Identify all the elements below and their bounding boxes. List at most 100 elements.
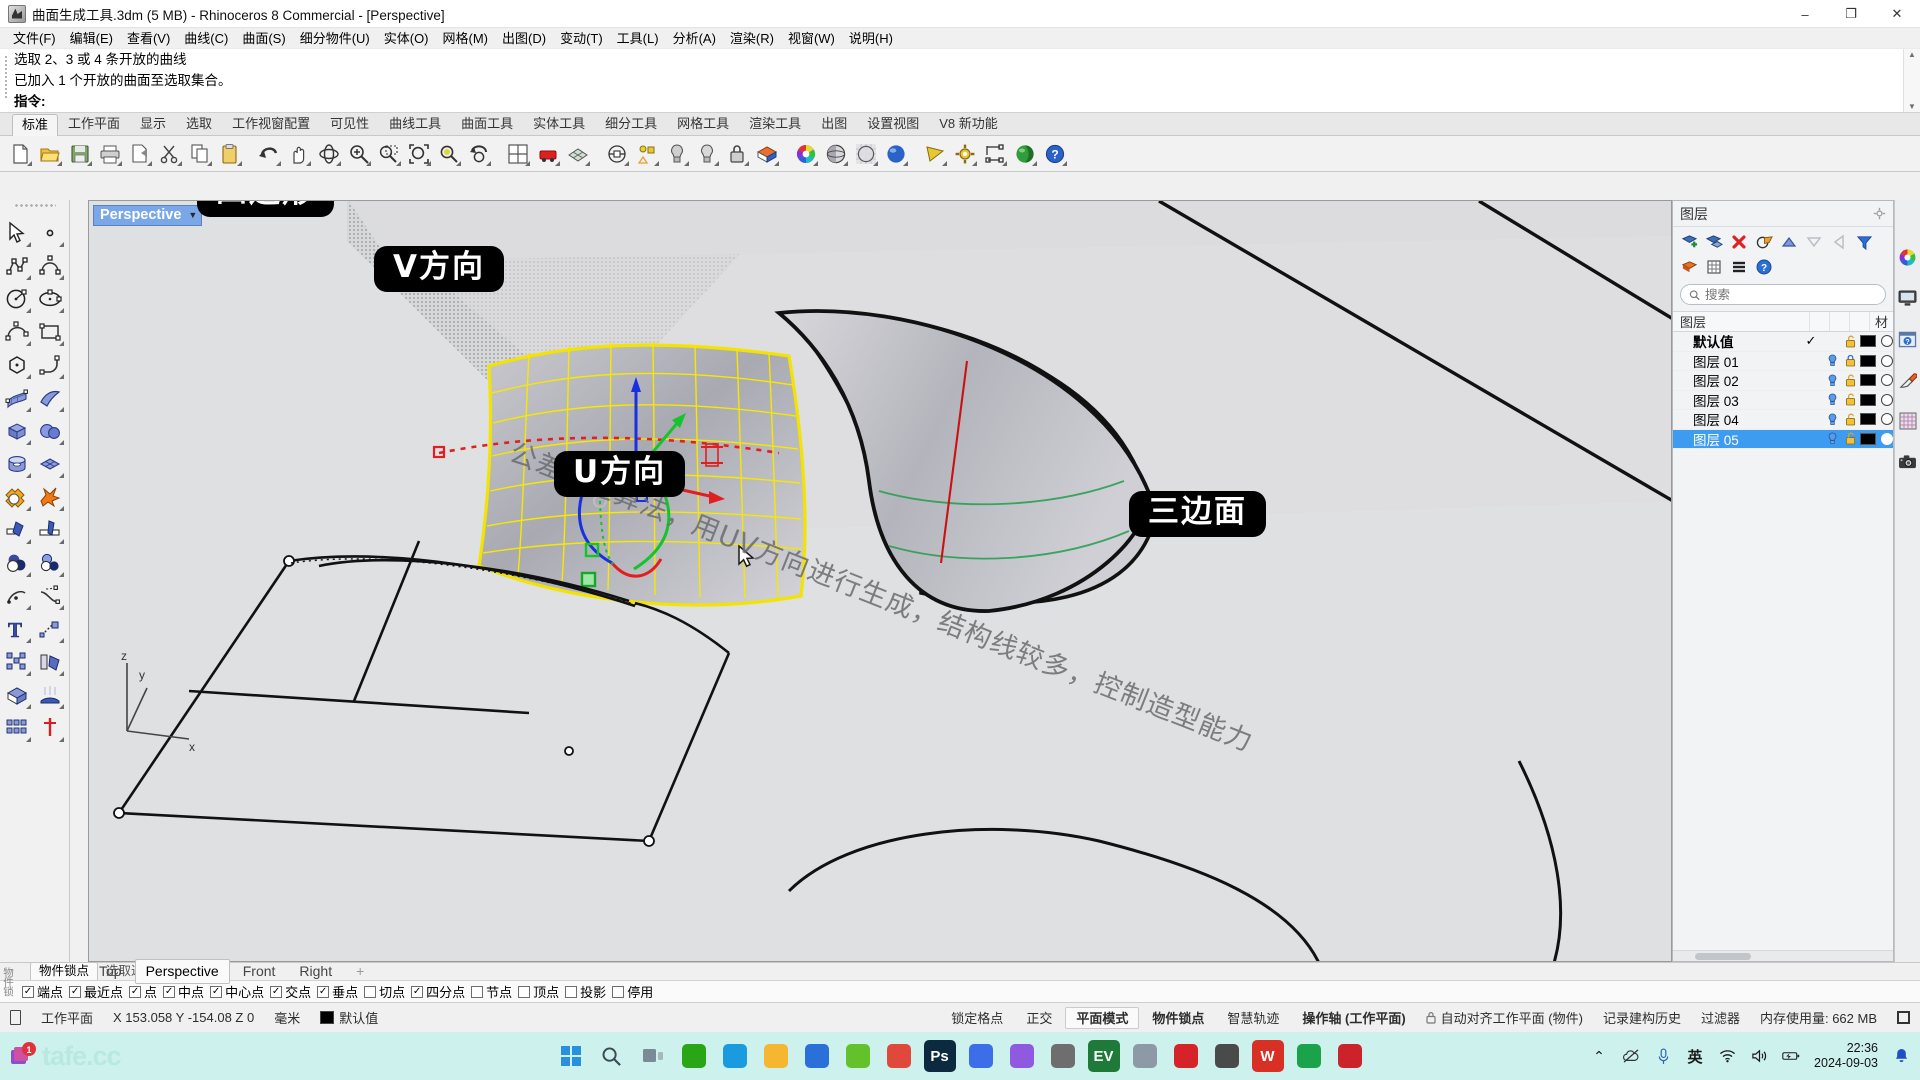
- cloud-off-icon[interactable]: [1622, 1047, 1640, 1065]
- bell-icon[interactable]: [1892, 1047, 1910, 1065]
- viewport-label[interactable]: Perspective ▼: [93, 205, 203, 226]
- named-view-icon[interactable]: [921, 140, 949, 168]
- search-icon[interactable]: [596, 1040, 628, 1072]
- ghosted-view-icon[interactable]: [852, 140, 880, 168]
- select-arrow-icon[interactable]: [0, 216, 33, 249]
- minimize-button[interactable]: –: [1782, 0, 1828, 28]
- layer-row[interactable]: 默认值 ✓: [1673, 332, 1893, 352]
- zoom-in-icon[interactable]: [345, 140, 373, 168]
- layer-row[interactable]: 图层 02: [1673, 371, 1893, 391]
- wifi-icon[interactable]: [1718, 1047, 1736, 1065]
- toolbar-tab-10[interactable]: 网格工具: [667, 113, 739, 135]
- app-opera-icon[interactable]: [1170, 1040, 1202, 1072]
- status-filter[interactable]: 过滤器: [1691, 1007, 1750, 1029]
- status-toggle-1[interactable]: 正交: [1016, 1007, 1062, 1029]
- display-monitor-icon[interactable]: [1897, 287, 1919, 309]
- layer-material-icon[interactable]: [1881, 374, 1893, 387]
- osnap-item-5[interactable]: ✓ 交点: [270, 982, 311, 1001]
- osnap-checkbox[interactable]: ✓: [317, 985, 330, 998]
- grid-snap-icon[interactable]: [603, 140, 631, 168]
- move-icon[interactable]: [33, 612, 66, 645]
- layer-material-icon[interactable]: [1881, 432, 1893, 445]
- menu-item-0[interactable]: 文件(F): [6, 28, 63, 49]
- layer-lock-icon[interactable]: [1841, 335, 1860, 348]
- eyedropper-icon[interactable]: [1897, 369, 1919, 391]
- status-toggle-3[interactable]: 物件锁点: [1142, 1007, 1214, 1029]
- boolean-union-icon[interactable]: [0, 480, 33, 513]
- status-cplane[interactable]: 工作平面: [31, 1007, 103, 1029]
- layers-horizontal-scrollbar[interactable]: [1673, 950, 1893, 961]
- new-layer-icon[interactable]: [1678, 231, 1700, 253]
- rectangle-icon[interactable]: [33, 315, 66, 348]
- menu-item-1[interactable]: 编辑(E): [63, 28, 120, 49]
- menu-item-4[interactable]: 曲面(S): [235, 28, 292, 49]
- surface-from-points-icon[interactable]: [0, 381, 33, 414]
- array-icon[interactable]: [0, 645, 33, 678]
- extrude-surface-icon[interactable]: [33, 381, 66, 414]
- app-wps-icon[interactable]: W: [1251, 1040, 1284, 1072]
- osnap-item-4[interactable]: ✓ 中心点: [210, 982, 264, 1001]
- left-toolbar-gripper[interactable]: [14, 203, 56, 208]
- menu-item-6[interactable]: 实体(O): [377, 28, 436, 49]
- filter-icon[interactable]: [1853, 231, 1875, 253]
- move-layer-up-icon[interactable]: [1778, 231, 1800, 253]
- layer-search-box[interactable]: [1680, 284, 1886, 305]
- layer-row[interactable]: 图层 05: [1673, 429, 1893, 449]
- toolbar-tab-8[interactable]: 实体工具: [523, 113, 595, 135]
- texture-grid-icon[interactable]: [1897, 410, 1919, 432]
- menu-item-5[interactable]: 细分物件(U): [293, 28, 377, 49]
- search-input[interactable]: [1704, 287, 1877, 302]
- cplane-icon[interactable]: [633, 140, 661, 168]
- osnap-checkbox[interactable]: ✓: [270, 985, 283, 998]
- auto-cplane-group[interactable]: 自动对齐工作平面 (物件): [1416, 1008, 1593, 1027]
- status-resize-grip[interactable]: [1887, 1011, 1920, 1024]
- properties-icon[interactable]: [663, 140, 691, 168]
- layer-material-icon[interactable]: [1881, 335, 1893, 348]
- microphone-icon[interactable]: [1654, 1047, 1672, 1065]
- open-file-icon[interactable]: [36, 140, 64, 168]
- layer-current-check[interactable]: ✓: [1798, 333, 1824, 349]
- maximize-button[interactable]: ❐: [1828, 0, 1874, 28]
- osnap-checkbox[interactable]: [471, 985, 484, 998]
- osnap-checkbox[interactable]: [565, 985, 578, 998]
- rotate-view-icon[interactable]: [315, 140, 343, 168]
- viewport-tab-right[interactable]: Right: [288, 959, 343, 984]
- osnap-item-10[interactable]: 顶点: [518, 982, 559, 1001]
- command-scrollbar[interactable]: ▲ ▼: [1903, 49, 1920, 112]
- boolean-intersect-icon[interactable]: [33, 546, 66, 579]
- point-icon[interactable]: [33, 216, 66, 249]
- layer-color-swatch[interactable]: [1860, 432, 1876, 445]
- menu-item-2[interactable]: 查看(V): [120, 28, 177, 49]
- status-layer-group[interactable]: 默认值: [310, 1008, 388, 1027]
- app-notepad-icon[interactable]: [1293, 1040, 1325, 1072]
- layer-color-swatch[interactable]: [1860, 335, 1876, 348]
- start-windows-icon[interactable]: [555, 1040, 587, 1072]
- sphere-icon[interactable]: [33, 414, 66, 447]
- command-area-gripper[interactable]: [4, 55, 8, 99]
- help-panel-icon[interactable]: ?: [1897, 328, 1919, 350]
- battery-icon[interactable]: [1782, 1047, 1800, 1065]
- app-capture-icon[interactable]: [1129, 1040, 1161, 1072]
- layer-material-icon[interactable]: [1881, 354, 1893, 367]
- status-toggle-2[interactable]: 平面模式: [1065, 1006, 1140, 1029]
- command-prompt[interactable]: 指令:: [0, 91, 1920, 112]
- copy-icon[interactable]: [186, 140, 214, 168]
- toolbar-tab-1[interactable]: 工作平面: [58, 113, 130, 135]
- layer-properties-icon[interactable]: [1753, 231, 1775, 253]
- app-browser-icon[interactable]: [801, 1040, 833, 1072]
- layer-row[interactable]: 图层 03: [1673, 391, 1893, 410]
- status-toggle-4[interactable]: 智慧轨迹: [1217, 1007, 1289, 1029]
- print-icon[interactable]: [96, 140, 124, 168]
- render-preview-icon[interactable]: [564, 140, 592, 168]
- chevron-down-icon[interactable]: ▼: [188, 210, 197, 220]
- layer-lock-icon[interactable]: [1841, 413, 1860, 426]
- osnap-item-8[interactable]: ✓ 四分点: [411, 982, 465, 1001]
- menu-item-11[interactable]: 分析(A): [666, 28, 723, 49]
- menu-item-14[interactable]: 说明(H): [842, 28, 900, 49]
- status-toggle-5[interactable]: 操作轴 (工作平面): [1292, 1007, 1415, 1029]
- menu-item-7[interactable]: 网格(M): [436, 28, 496, 49]
- viewport-tab-top[interactable]: Top: [88, 959, 133, 984]
- osnap-item-9[interactable]: 节点: [471, 982, 512, 1001]
- chevron-up-icon[interactable]: ⌃: [1590, 1047, 1608, 1065]
- delete-layer-icon[interactable]: [1728, 231, 1750, 253]
